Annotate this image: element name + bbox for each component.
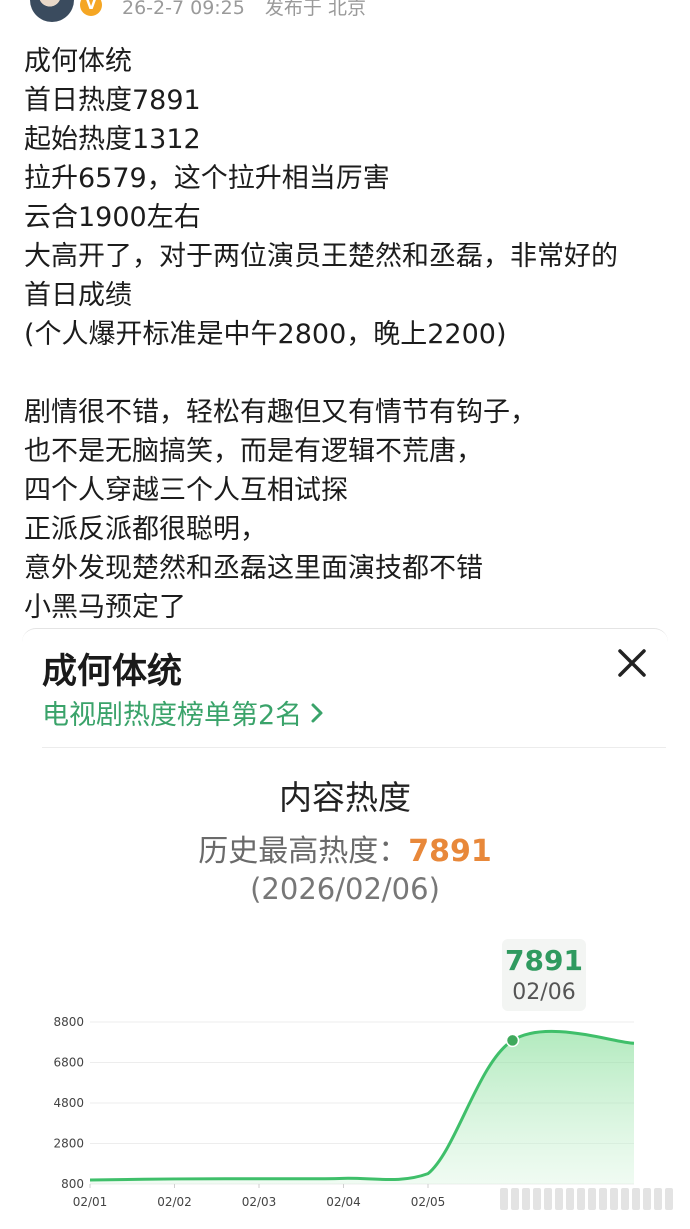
y-tick-label: 2800	[53, 1137, 84, 1151]
callout-value: 7891	[505, 944, 583, 977]
post-line: 也不是无脑搞笑，而是有逻辑不荒唐，	[24, 436, 483, 467]
verified-badge-icon: V	[80, 0, 102, 16]
post-line: (个人爆开标准是中午2800，晚上2200)	[24, 319, 507, 350]
series-area	[90, 1031, 634, 1184]
x-tick-label: 02/04	[326, 1195, 361, 1209]
post-line: 正派反派都很聪明，	[24, 514, 267, 545]
post-meta: 26-2-7 09:25 发布于 北京	[122, 0, 366, 20]
post-header: V 26-2-7 09:25 发布于 北京	[0, 0, 690, 22]
post-location: 发布于 北京	[264, 0, 366, 19]
y-tick-label: 4800	[53, 1096, 84, 1110]
callout-date: 02/06	[512, 980, 576, 1005]
x-tick-label: 02/05	[411, 1195, 446, 1209]
post-line: 大高开了，对于两位演员王楚然和丞磊，非常好的	[24, 241, 618, 272]
y-tick-label: 800	[61, 1177, 84, 1191]
heat-card: 成何体统 电视剧热度榜单第2名 内容热度 历史最高热度：7891 (2026/0…	[22, 628, 668, 1229]
peak-point	[505, 1033, 520, 1048]
post-line: 拉升6579，这个拉升相当厉害	[24, 163, 390, 194]
peak-callout: 7891 02/06	[502, 939, 586, 1011]
post-line: 云合1900左右	[24, 202, 201, 233]
watermark	[500, 1188, 673, 1210]
avatar[interactable]	[30, 0, 74, 22]
heat-chart[interactable]: 800 2800 4800 6800 8800 02/01 02/02 02/03 02/04 0…	[22, 629, 668, 1229]
post-body: 成何体统 首日热度7891 起始热度1312 拉升6579，这个拉升相当厉害 云…	[24, 42, 674, 627]
post-timestamp: 26-2-7 09:25	[122, 0, 245, 19]
post-line: 小黑马预定了	[24, 592, 186, 623]
y-tick-label: 8800	[53, 1015, 84, 1029]
post-line: 剧情很不错，轻松有趣但又有情节有钩子，	[24, 397, 537, 428]
post-line: 起始热度1312	[24, 124, 201, 155]
post-line: 首日成绩	[24, 280, 132, 311]
post-line: 意外发现楚然和丞磊这里面演技都不错	[24, 553, 483, 584]
x-tick-label: 02/02	[157, 1195, 192, 1209]
post-line: 首日热度7891	[24, 85, 201, 116]
post-line: 四个人穿越三个人互相试探	[24, 475, 348, 506]
post-line: 成何体统	[24, 46, 132, 77]
y-tick-label: 6800	[53, 1056, 84, 1070]
x-tick-label: 02/01	[73, 1195, 108, 1209]
x-tick-label: 02/03	[242, 1195, 277, 1209]
